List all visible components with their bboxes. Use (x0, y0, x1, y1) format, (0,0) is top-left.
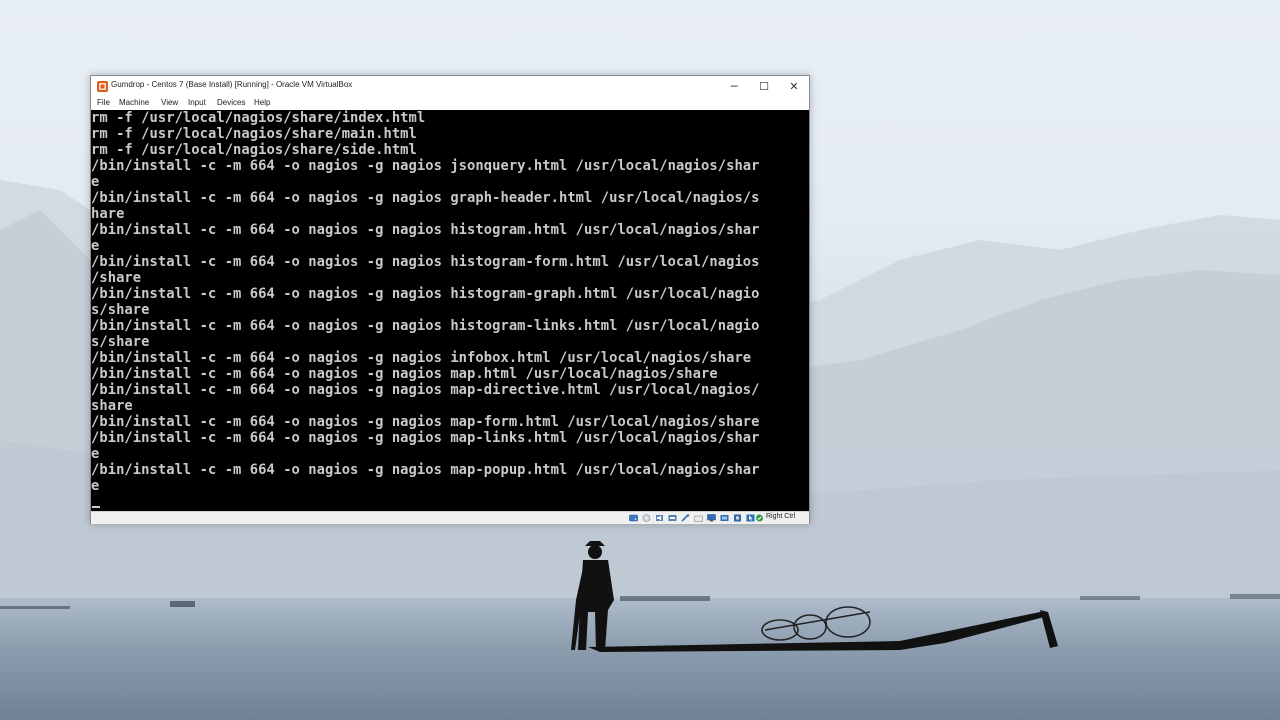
minimize-button[interactable]: ─ (719, 76, 749, 96)
console-line: /bin/install -c -m 664 -o nagios -g nagi… (91, 254, 760, 270)
menu-bar: File Machine View Input Devices Help (91, 96, 809, 110)
maximize-icon: ☐ (759, 79, 769, 93)
audio-icon[interactable] (655, 514, 664, 522)
maximize-button[interactable]: ☐ (749, 76, 779, 96)
console-line: s/share (91, 334, 150, 350)
console-cursor (92, 506, 100, 508)
display-icon[interactable] (707, 514, 716, 522)
console-line: e (91, 238, 100, 254)
virtualbox-window: Gumdrop - Centos 7 (Base Install) [Runni… (90, 75, 810, 524)
console-line: rm -f /usr/local/nagios/share/side.html (91, 142, 417, 158)
console-line: rm -f /usr/local/nagios/share/index.html (91, 110, 426, 126)
console-line: share (91, 398, 133, 414)
console-line: /bin/install -c -m 664 -o nagios -g nagi… (91, 222, 760, 238)
mouse-integration-icon[interactable] (746, 514, 755, 522)
hard-disk-icon[interactable] (629, 514, 638, 522)
menu-machine[interactable]: Machine (119, 98, 149, 107)
network-icon[interactable] (668, 514, 677, 522)
usb-icon[interactable] (681, 514, 690, 522)
close-icon: ✕ (789, 79, 799, 93)
console-line: /bin/install -c -m 664 -o nagios -g nagi… (91, 190, 760, 206)
shared-folders-icon[interactable] (694, 514, 703, 522)
console-line: /share (91, 270, 142, 286)
optical-drive-icon[interactable] (642, 514, 651, 522)
vm-console-screen[interactable]: rm -f /usr/local/nagios/share/index.html… (91, 110, 809, 511)
menu-file[interactable]: File (97, 98, 110, 107)
minimize-icon: ─ (730, 79, 738, 93)
console-line: e (91, 174, 100, 190)
console-line: hare (91, 206, 125, 222)
keyboard-capture-icon[interactable] (755, 514, 764, 522)
status-bar: Right Ctrl (91, 511, 809, 524)
window-title: Gumdrop - Centos 7 (Base Install) [Runni… (111, 80, 353, 89)
menu-input[interactable]: Input (188, 98, 206, 107)
console-line: s/share (91, 302, 150, 318)
host-key-label: Right Ctrl (766, 513, 796, 520)
menu-devices[interactable]: Devices (217, 98, 245, 107)
close-button[interactable]: ✕ (779, 76, 809, 96)
console-line: /bin/install -c -m 664 -o nagios -g nagi… (91, 158, 760, 174)
console-line: e (91, 446, 100, 462)
console-line: /bin/install -c -m 664 -o nagios -g nagi… (91, 430, 760, 446)
console-line: /bin/install -c -m 664 -o nagios -g nagi… (91, 382, 760, 398)
console-line: /bin/install -c -m 664 -o nagios -g nagi… (91, 414, 760, 430)
video-capture-icon[interactable] (720, 514, 729, 522)
console-line: /bin/install -c -m 664 -o nagios -g nagi… (91, 366, 718, 382)
title-bar[interactable]: Gumdrop - Centos 7 (Base Install) [Runni… (91, 76, 809, 96)
console-line: /bin/install -c -m 664 -o nagios -g nagi… (91, 350, 752, 366)
console-line: /bin/install -c -m 664 -o nagios -g nagi… (91, 462, 760, 478)
virtualbox-app-icon (97, 81, 108, 92)
console-line: /bin/install -c -m 664 -o nagios -g nagi… (91, 286, 760, 302)
console-line: /bin/install -c -m 664 -o nagios -g nagi… (91, 318, 760, 334)
menu-help[interactable]: Help (254, 98, 270, 107)
console-line: rm -f /usr/local/nagios/share/main.html (91, 126, 417, 142)
menu-view[interactable]: View (161, 98, 178, 107)
cpu-icon[interactable] (733, 514, 742, 522)
console-line: e (91, 478, 100, 494)
